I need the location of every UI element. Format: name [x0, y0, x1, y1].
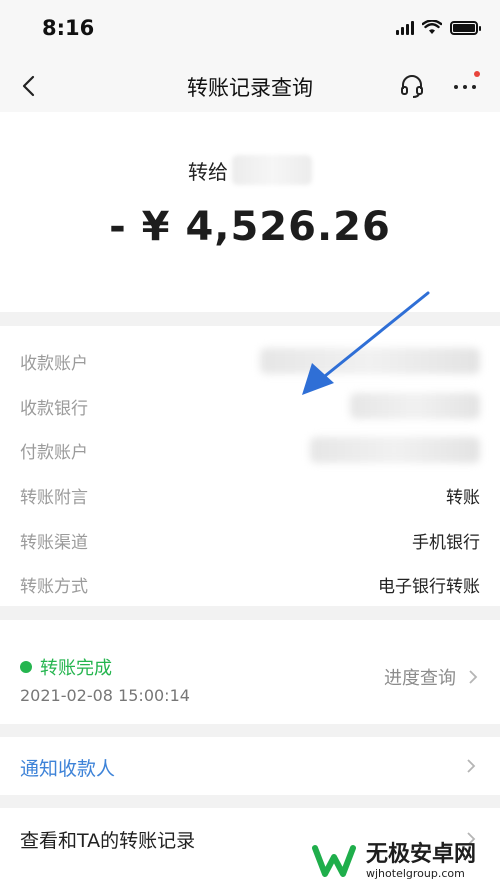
detail-row-payer-account: 付款账户	[20, 435, 480, 465]
watermark-text: 无极安卓网 wjhotelgroup.com	[366, 841, 477, 880]
nav-bar: 转账记录查询	[0, 60, 500, 112]
status-timestamp: 2021-02-08 15:00:14	[20, 686, 190, 705]
battery-icon	[450, 20, 481, 35]
detail-value: 电子银行转账	[378, 576, 480, 597]
detail-label: 转账渠道	[20, 532, 88, 553]
success-dot-icon	[20, 661, 32, 673]
headset-icon[interactable]	[398, 72, 426, 100]
detail-row-method: 转账方式 电子银行转账	[20, 569, 480, 599]
status-time: 8:16	[42, 16, 95, 40]
progress-query-button[interactable]: 进度查询	[384, 664, 480, 690]
more-icon[interactable]	[450, 70, 482, 100]
transfer-status-card: 转账完成 2021-02-08 15:00:14 进度查询	[0, 620, 500, 724]
notification-badge	[474, 71, 480, 77]
watermark: 无极安卓网 wjhotelgroup.com	[308, 836, 494, 886]
status-text: 转账完成	[40, 658, 112, 679]
transfer-amount: - ¥ 4,526.26	[109, 204, 391, 250]
annotation-arrow-icon	[302, 291, 430, 395]
detail-label: 收款账户	[20, 353, 88, 374]
status-bar: 8:16	[0, 0, 500, 60]
notify-payee-row[interactable]: 通知收款人	[0, 737, 500, 795]
payee-prefix: 转给	[188, 159, 228, 184]
detail-label: 转账附言	[20, 487, 88, 508]
watermark-logo-icon	[308, 838, 360, 884]
detail-label: 付款账户	[20, 442, 88, 463]
detail-label: 收款银行	[20, 398, 88, 419]
detail-value-redacted	[310, 437, 480, 463]
progress-query-label: 进度查询	[384, 668, 456, 689]
watermark-title: 无极安卓网	[366, 841, 477, 867]
watermark-url: wjhotelgroup.com	[366, 866, 465, 880]
wifi-icon	[422, 20, 442, 34]
detail-label: 转账方式	[20, 576, 88, 597]
transfer-history-label: 查看和TA的转账记录	[20, 830, 196, 852]
payee-name-redacted	[232, 155, 312, 185]
notify-payee-label: 通知收款人	[20, 758, 116, 780]
detail-row-remark: 转账附言 转账	[20, 480, 480, 510]
detail-value: 转账	[446, 487, 480, 508]
status-line: 转账完成	[20, 654, 112, 680]
payee-line: 转给	[0, 155, 500, 185]
detail-row-channel: 转账渠道 手机银行	[20, 525, 480, 555]
chevron-right-icon	[469, 670, 478, 684]
status-icons	[396, 20, 481, 35]
amount-card: 转给 - ¥ 4,526.26	[0, 112, 500, 312]
detail-value: 手机银行	[412, 532, 480, 553]
chevron-right-icon	[467, 759, 476, 773]
signal-icon	[396, 20, 414, 35]
